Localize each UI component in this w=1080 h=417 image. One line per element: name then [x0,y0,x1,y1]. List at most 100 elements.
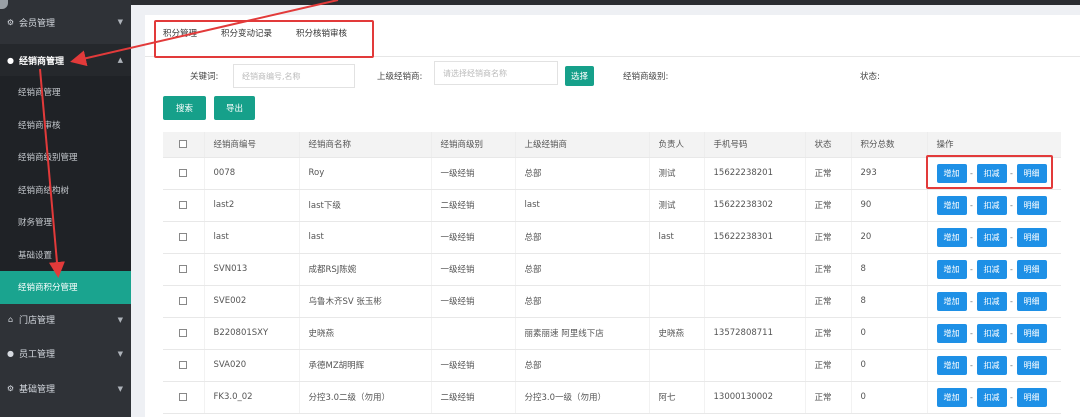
operations-cell: 增加 - 扣减 - 明细 [926,253,1061,286]
separator: - [970,392,973,402]
chevron-down-icon: ▼ [117,18,123,26]
points-detail-button[interactable]: 明细 [1016,355,1047,375]
sidebar-item-dealer-points[interactable]: 经销商积分管理 [0,271,131,304]
deduct-points-button[interactable]: 扣减 [976,323,1007,343]
add-points-button[interactable]: 增加 [936,323,967,343]
deduct-points-button[interactable]: 扣减 [976,227,1007,247]
checkbox[interactable] [179,200,188,209]
sidebar-item-dealer-manage[interactable]: 经销商管理 [0,76,131,109]
table-cell [703,285,805,318]
row-select[interactable] [163,285,204,318]
row-select[interactable] [163,221,204,254]
checkbox[interactable] [179,139,188,148]
select-button[interactable]: 选择 [565,66,594,86]
table-header-cell: 经销商名称 [298,132,431,158]
points-detail-button[interactable]: 明细 [1016,387,1047,407]
sidebar-item-dealer-review[interactable]: 经销商审核 [0,108,131,141]
table-header-row: 经销商编号 经销商名称 经销商级别 上级经销商 负责人 手机号码 状态 积分总数… [163,132,1061,158]
nav-group-store[interactable]: ⌂ 门店管理 ▼ [0,304,131,336]
separator: - [970,296,973,306]
table-cell: 总部 [514,285,649,318]
row-select[interactable] [163,349,204,382]
separator: - [1010,200,1013,210]
search-button[interactable]: 搜索 [163,96,206,120]
row-select[interactable] [163,317,204,350]
checkbox[interactable] [179,328,188,337]
points-detail-button[interactable]: 明细 [1016,195,1047,215]
sidebar-item-dealer-tree[interactable]: 经销商结构树 [0,173,131,206]
points-detail-button[interactable]: 明细 [1016,291,1047,311]
checkbox[interactable] [179,296,188,305]
nav-group-label: 会员管理 [19,18,56,29]
operations-group: 增加 - 扣减 - 明细 [936,355,1062,375]
deduct-points-button[interactable]: 扣减 [976,291,1007,311]
table-cell: 承德MZ胡明辉 [298,349,431,382]
separator: - [1010,296,1013,306]
table-header-cell: 负责人 [648,132,704,158]
table-cell: FK3.0_02 [203,381,299,414]
row-select[interactable] [163,253,204,286]
sidebar-item-dealer-level[interactable]: 经销商级别管理 [0,141,131,174]
checkbox[interactable] [179,264,188,273]
table-cell: 0 [850,349,927,382]
checkbox[interactable] [179,392,188,401]
table-cell: Roy [298,157,431,190]
deduct-points-button[interactable]: 扣减 [976,387,1007,407]
nav-group-staff[interactable]: ● 员工管理 ▼ [0,336,131,372]
add-points-button[interactable]: 增加 [936,227,967,247]
deduct-points-button[interactable]: 扣减 [976,259,1007,279]
add-points-button[interactable]: 增加 [936,259,967,279]
header-select-all[interactable] [163,132,204,158]
table-cell: SVN013 [203,253,299,286]
top-bar [131,0,1080,5]
checkbox[interactable] [179,360,188,369]
nav-group-member[interactable]: ⚙ 会员管理 ▼ [0,0,131,44]
row-select[interactable] [163,189,204,222]
sidebar-item-label: 经销商结构树 [18,185,70,196]
row-select[interactable] [163,381,204,414]
table-cell: 293 [850,157,927,190]
status-label: 状态: [860,72,880,82]
checkbox[interactable] [179,232,188,241]
sidebar-item-basic-settings[interactable]: 基础设置 [0,238,131,271]
add-points-button[interactable]: 增加 [936,387,967,407]
sidebar-item-label: 财务管理 [18,218,53,229]
operations-cell: 增加 - 扣减 - 明细 [926,189,1061,222]
keyword-input[interactable]: 经销商编号,名称 [233,64,355,88]
table-cell: 总部 [514,157,649,190]
sidebar-item-finance[interactable]: 财务管理 [0,206,131,239]
deduct-points-button[interactable]: 扣减 [976,195,1007,215]
export-button[interactable]: 导出 [214,96,255,120]
sidebar-item-label: 经销商积分管理 [18,283,78,294]
row-select[interactable] [163,157,204,190]
add-points-button[interactable]: 增加 [936,195,967,215]
sidebar-item-label: 基础设置 [18,250,53,261]
table-cell: 分控3.0二级（勿用） [298,381,431,414]
checkbox[interactable] [179,168,188,177]
deduct-points-button[interactable]: 扣减 [976,355,1007,375]
table-row: last last 一级经销 总部 last 15622238301 正常 20 增加 - 扣减 - 明… [163,221,1061,254]
keyword-label: 关键词: [190,72,219,82]
table-cell: 15622238201 [703,157,805,190]
table-cell: 正常 [804,349,851,382]
table-row: SVA020 承德MZ胡明辉 一级经销 总部 正常 0 增加 - 扣减 - 明细 [163,349,1062,382]
nav-group-basic[interactable]: ⚙ 基础管理 ▼ [0,372,131,406]
add-points-button[interactable]: 增加 [936,291,967,311]
parent-dealer-input[interactable]: 请选择经销商名称 [434,61,558,85]
table-cell: 正常 [804,157,851,190]
table-row: last2 last下级 二级经销 last 测试 15622238302 正常 90 增加 - 扣… [163,189,1061,222]
points-detail-button[interactable]: 明细 [1016,323,1047,343]
nav-group-dealer[interactable]: ● 经销商管理 ▲ [0,44,131,76]
separator: - [1010,264,1013,274]
table-cell: 正常 [804,381,851,414]
points-detail-button[interactable]: 明细 [1016,227,1047,247]
table-cell: 90 [850,189,927,222]
operations-group: 增加 - 扣减 - 明细 [936,291,1062,311]
table-cell: 乌鲁木齐SV 张玉彬 [298,285,431,318]
operations-cell: 增加 - 扣减 - 明细 [926,349,1062,382]
table-cell: 13572808711 [703,317,805,350]
add-points-button[interactable]: 增加 [936,355,967,375]
operations-cell: 增加 - 扣减 - 明细 [926,221,1061,254]
separator: - [970,232,973,242]
points-detail-button[interactable]: 明细 [1016,259,1047,279]
